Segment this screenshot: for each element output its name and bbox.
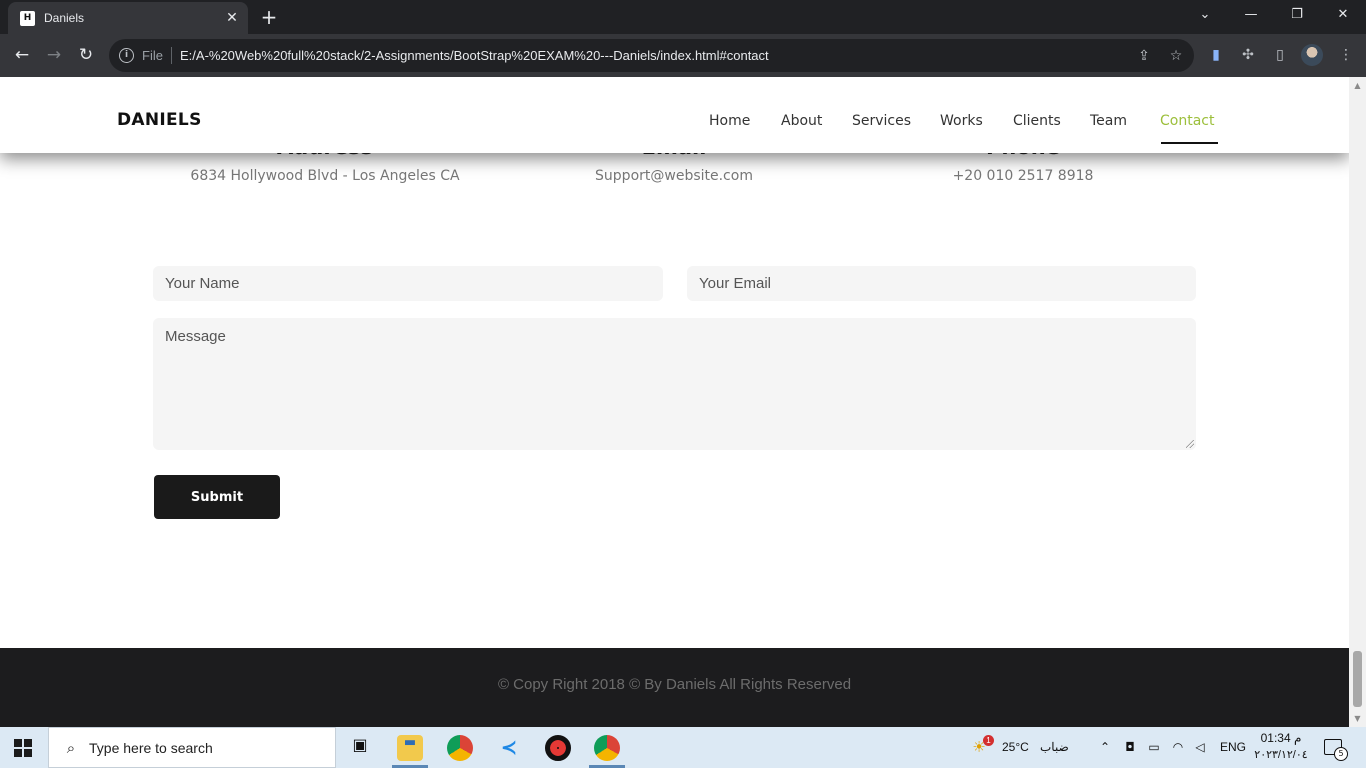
nav-link-home[interactable]: Home <box>709 113 750 129</box>
scroll-down-arrow-icon[interactable]: ▼ <box>1349 710 1366 727</box>
page-scrollbar[interactable]: ▲ ▼ <box>1349 77 1366 727</box>
windows-start-icon[interactable] <box>14 739 32 757</box>
message-field <box>153 318 1196 450</box>
weather-badge: 1 <box>983 735 994 746</box>
nav-link-works[interactable]: Works <box>940 113 983 129</box>
site-footer: © Copy Right 2018 © By Daniels All Right… <box>0 648 1349 727</box>
minimize-button[interactable]: — <box>1236 4 1266 26</box>
active-nav-underline <box>1161 142 1218 144</box>
browser-tab[interactable]: H Daniels ✕ <box>8 2 248 34</box>
file-explorer-icon[interactable]: ▬ <box>397 735 423 761</box>
wifi-icon[interactable]: ◠ <box>1170 739 1186 755</box>
site-info-icon[interactable]: i <box>119 48 134 63</box>
omnibox-divider <box>171 47 172 64</box>
forward-button[interactable]: → <box>42 43 66 67</box>
browser-toolbar: ← → ↻ i File E:/A-%20Web%20full%20stack/… <box>0 34 1366 77</box>
phone-value: +20 010 2517 8918 <box>952 168 1094 184</box>
scrollbar-thumb[interactable] <box>1353 651 1362 707</box>
taskbar-search-box[interactable]: ⌕ Type here to search <box>48 727 336 768</box>
new-tab-button[interactable]: + <box>258 6 280 28</box>
name-field <box>153 266 663 301</box>
windows-taskbar: ⌕ Type here to search ▣ ▬ ≺ ☀ 1 25°C ضبا… <box>0 727 1366 768</box>
task-view-icon[interactable]: ▣ <box>347 735 373 761</box>
weather-temperature[interactable]: 25°C <box>1002 740 1029 754</box>
vscode-icon[interactable]: ≺ <box>496 735 522 761</box>
tab-favicon-icon: H <box>20 11 35 26</box>
clock-time[interactable]: 01:34 م <box>1256 731 1306 745</box>
bookmark-star-icon[interactable]: ☆ <box>1166 46 1186 66</box>
url-text[interactable]: E:/A-%20Web%20full%20stack/2-Assignments… <box>180 48 769 63</box>
browser-tab-strip: H Daniels ✕ + ⌄ — ❐ ✕ <box>0 0 1366 34</box>
volume-icon[interactable]: ◁ <box>1192 739 1208 755</box>
email-input[interactable] <box>687 266 1196 301</box>
browser-menu-icon[interactable]: ⋮ <box>1335 44 1357 66</box>
nav-link-clients[interactable]: Clients <box>1013 113 1061 129</box>
tab-close-icon[interactable]: ✕ <box>224 10 240 26</box>
extensions-puzzle-icon[interactable]: ✣ <box>1237 44 1259 66</box>
nav-link-services[interactable]: Services <box>852 113 911 129</box>
battery-icon[interactable]: ▭ <box>1146 739 1162 755</box>
notification-count-badge: 5 <box>1334 747 1348 761</box>
address-value: 6834 Hollywood Blvd - Los Angeles CA <box>190 168 460 184</box>
scroll-up-arrow-icon[interactable]: ▲ <box>1349 77 1366 94</box>
tray-chevron-up-icon[interactable]: ⌃ <box>1097 739 1113 755</box>
restore-button[interactable]: ❐ <box>1282 4 1312 26</box>
meet-now-icon[interactable]: ◘ <box>1122 739 1138 755</box>
screen-recorder-icon[interactable] <box>545 735 571 761</box>
site-navbar: DANIELS Home About Services Works Client… <box>0 77 1349 153</box>
site-brand-logo[interactable]: DANIELS <box>117 110 202 130</box>
submit-button[interactable]: Submit <box>154 475 280 519</box>
copyright-text: © Copy Right 2018 © By Daniels All Right… <box>497 676 852 693</box>
file-label: File <box>142 48 163 63</box>
chrome-active-icon[interactable] <box>594 735 620 761</box>
language-indicator[interactable]: ENG <box>1220 740 1246 754</box>
nav-link-contact[interactable]: Contact <box>1160 113 1214 129</box>
message-textarea[interactable] <box>153 318 1196 450</box>
nav-link-team[interactable]: Team <box>1090 113 1127 129</box>
address-bar[interactable]: i File E:/A-%20Web%20full%20stack/2-Assi… <box>109 39 1194 72</box>
close-window-button[interactable]: ✕ <box>1328 4 1358 26</box>
extension-icon[interactable]: ▮ <box>1205 44 1227 66</box>
nav-link-about[interactable]: About <box>781 113 822 129</box>
side-panel-icon[interactable]: ▯ <box>1269 44 1291 66</box>
email-value: Support@website.com <box>595 168 753 184</box>
weather-description[interactable]: ضباب <box>1040 740 1069 754</box>
tab-search-icon[interactable]: ⌄ <box>1190 4 1220 26</box>
clock-date[interactable]: ٢٠٢٣/١٢/٠٤ <box>1252 748 1310 761</box>
page-viewport: Address 6834 Hollywood Blvd - Los Angele… <box>0 77 1349 727</box>
share-icon[interactable]: ⇪ <box>1134 46 1154 66</box>
name-input[interactable] <box>153 266 663 301</box>
search-icon: ⌕ <box>66 739 76 757</box>
reload-button[interactable]: ↻ <box>74 43 98 67</box>
tab-title: Daniels <box>44 11 85 25</box>
profile-avatar[interactable] <box>1301 44 1323 66</box>
taskbar-search-placeholder: Type here to search <box>89 740 213 756</box>
back-button[interactable]: ← <box>10 43 34 67</box>
chrome-icon[interactable] <box>447 735 473 761</box>
textarea-resize-handle[interactable] <box>1186 440 1194 448</box>
email-field <box>687 266 1196 301</box>
